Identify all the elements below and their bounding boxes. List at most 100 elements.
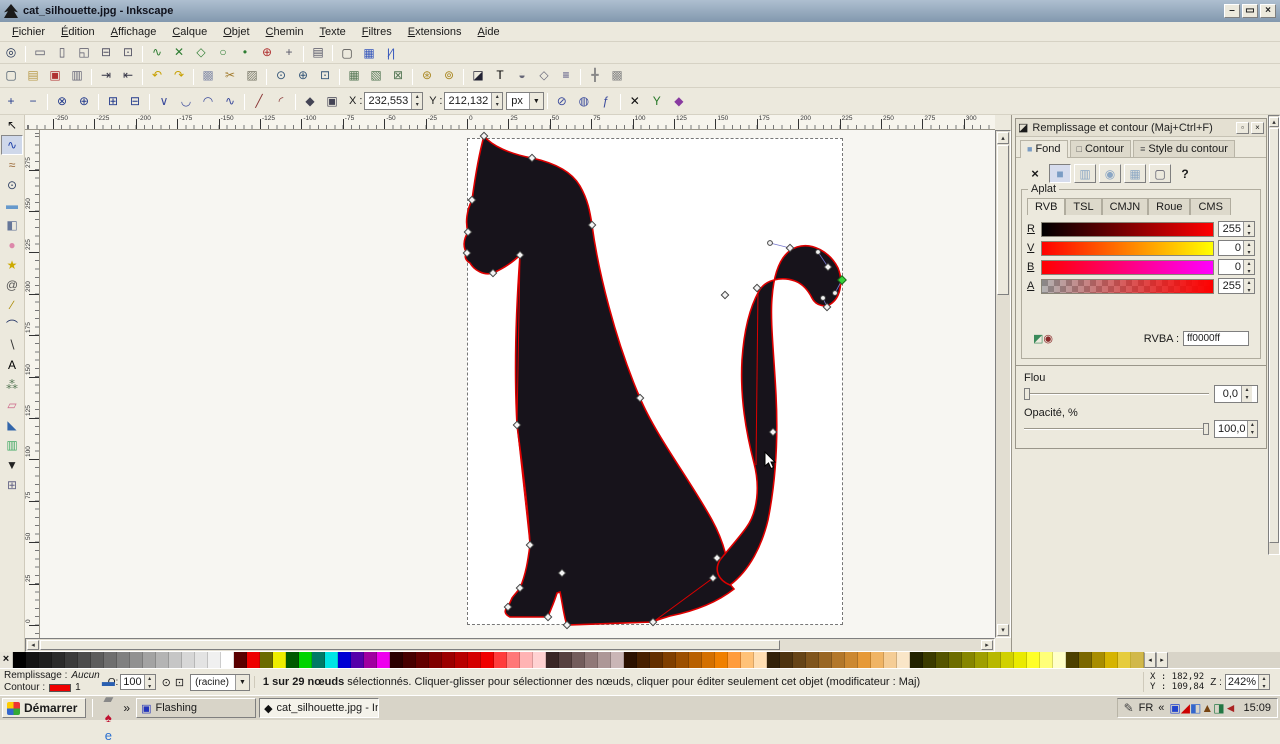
menu-fichier[interactable]: Fichier (4, 24, 53, 40)
palette-swatch[interactable] (117, 652, 130, 668)
palette-swatch[interactable] (923, 652, 936, 668)
transform-handles-icon[interactable]: ✕ (625, 92, 645, 110)
out-of-gamut-icon[interactable]: ◉ (1043, 333, 1053, 345)
palette-swatch[interactable] (442, 652, 455, 668)
tray-users-icon[interactable]: ◧ (1190, 701, 1201, 715)
palette-swatch[interactable] (13, 652, 26, 668)
blur-input[interactable]: 0,0 ▴ ▾ (1214, 385, 1258, 403)
new-document-icon[interactable]: ▢ (1, 66, 21, 84)
tool-zoom[interactable]: ⊙ (1, 175, 23, 195)
menu-aide[interactable]: Aide (470, 24, 508, 40)
tablet-settings-icon[interactable]: ✎ (1124, 701, 1134, 715)
clone-icon[interactable]: ▧ (366, 66, 386, 84)
palette-swatch[interactable] (169, 652, 182, 668)
tool-gradient[interactable]: ▥ (1, 435, 23, 455)
blur-slider[interactable] (1024, 388, 1209, 400)
palette-swatch[interactable] (663, 652, 676, 668)
slider-value-b[interactable]: 0 ▴ ▾ (1218, 259, 1255, 275)
slider-track-a[interactable] (1041, 278, 1214, 294)
path-node[interactable] (720, 290, 730, 300)
taskbar-task-inactive[interactable]: ▣ Flashing (136, 698, 257, 718)
print-icon[interactable]: ▥ (67, 66, 87, 84)
x-spinner[interactable]: ▴ ▾ (411, 93, 423, 109)
palette-swatch[interactable] (390, 652, 403, 668)
palette-swatch[interactable] (910, 652, 923, 668)
vertical-ruler[interactable]: 275 250 225 200 175 150 125 100 75 50 25 0 (25, 130, 40, 638)
palette-swatch[interactable] (52, 652, 65, 668)
taskbar-task-active[interactable]: ◆ cat_silhouette.jpg - In... (259, 698, 380, 718)
palette-scroll-left[interactable]: ◂ (1144, 652, 1156, 668)
palette-swatch[interactable] (728, 652, 741, 668)
paint-flat[interactable]: ■ (1049, 164, 1071, 183)
palette-no-color[interactable]: × (0, 652, 13, 668)
palette-swatch[interactable] (845, 652, 858, 668)
vertical-scrollbar[interactable]: ▴ ▾ (995, 130, 1011, 638)
tool-rectangle[interactable]: ▬ (1, 195, 23, 215)
cut-icon[interactable]: ✂ (220, 66, 240, 84)
opacity-slider[interactable] (1024, 423, 1209, 435)
tool-tweak[interactable]: ≈ (1, 155, 23, 175)
palette-swatch[interactable] (1014, 652, 1027, 668)
palette-swatch[interactable] (507, 652, 520, 668)
restore-button[interactable]: ▭ (1242, 4, 1258, 18)
join-segment-icon[interactable]: ⊞ (103, 92, 123, 110)
snap-paths-icon[interactable]: ∿ (147, 43, 167, 61)
curve-segment-icon[interactable]: ◜ (271, 92, 291, 110)
menu-calque[interactable]: Calque (164, 24, 215, 40)
node-handle[interactable] (767, 240, 773, 246)
palette-swatch[interactable] (312, 652, 325, 668)
paste-icon[interactable]: ▨ (242, 66, 262, 84)
palette-swatch[interactable] (494, 652, 507, 668)
tool-spiral[interactable]: @ (1, 275, 23, 295)
palette-swatch[interactable] (598, 652, 611, 668)
palette-swatch[interactable] (65, 652, 78, 668)
palette-swatch[interactable] (273, 652, 286, 668)
tool-spray[interactable]: ⁂ (1, 375, 23, 395)
tool-ellipse[interactable]: ● (1, 235, 23, 255)
palette-swatch[interactable] (884, 652, 897, 668)
path-effects-icon[interactable]: ƒ (596, 92, 616, 110)
snap-bbox-midpoints-icon[interactable]: ⊟ (96, 43, 116, 61)
menu-edition[interactable]: Édition (53, 24, 103, 40)
stroke-color-swatch[interactable] (49, 684, 72, 692)
tray-wizard-icon[interactable]: ▲ (1201, 701, 1213, 715)
node-handle[interactable] (832, 290, 838, 296)
slider-track-v[interactable] (1041, 240, 1214, 256)
palette-swatch[interactable] (468, 652, 481, 668)
palette-swatch[interactable] (39, 652, 52, 668)
snap-intersections-icon[interactable]: ✕ (169, 43, 189, 61)
palette-swatch[interactable] (1040, 652, 1053, 668)
palette-swatch[interactable] (104, 652, 117, 668)
palette-swatch[interactable] (208, 652, 221, 668)
palette-swatch[interactable] (520, 652, 533, 668)
slider-value-r[interactable]: 255 ▴ ▾ (1218, 221, 1255, 237)
snap-bbox-edges-icon[interactable]: ▯ (52, 43, 72, 61)
tool-connector[interactable]: ⊞ (1, 475, 23, 495)
cat-silhouette-drawing[interactable] (40, 130, 995, 638)
colorspace-tab-rvb[interactable]: RVB (1027, 198, 1066, 215)
bezier-handles-icon[interactable]: Y (647, 92, 667, 110)
tool-star[interactable]: ★ (1, 255, 23, 275)
rgba-hex-input[interactable]: ff0000ff (1183, 331, 1249, 346)
start-button[interactable]: Démarrer (2, 698, 87, 718)
palette-swatch[interactable] (286, 652, 299, 668)
edit-mask-icon[interactable]: ◍ (574, 92, 594, 110)
menu-objet[interactable]: Objet (215, 24, 257, 40)
zoom-page-icon[interactable]: ⊡ (315, 66, 335, 84)
unit-select[interactable]: px ▼ (506, 92, 544, 110)
toggle-page-border-icon[interactable]: ▢ (337, 44, 357, 62)
opacity-input[interactable]: 100,0 ▴ ▾ (1214, 420, 1258, 438)
redo-icon[interactable]: ↷ (169, 66, 189, 84)
minimize-button[interactable]: – (1224, 4, 1240, 18)
dialog-title-bar[interactable]: ◪ Remplissage et contour (Maj+Ctrl+F) ▫ … (1016, 119, 1266, 137)
copy-icon[interactable]: ▩ (198, 66, 218, 84)
join-nodes-icon[interactable]: ⊕ (74, 92, 94, 110)
tool-eraser[interactable]: ▱ (1, 395, 23, 415)
palette-swatch[interactable] (325, 652, 338, 668)
x-coordinate-input[interactable]: 232,553 ▴ ▾ (364, 92, 424, 110)
smooth-node-icon[interactable]: ◡ (176, 92, 196, 110)
palette-swatch[interactable] (377, 652, 390, 668)
show-desktop-icon[interactable]: ▬ (99, 672, 117, 690)
tool-selector[interactable]: ↖ (1, 115, 23, 135)
palette-swatch[interactable] (819, 652, 832, 668)
